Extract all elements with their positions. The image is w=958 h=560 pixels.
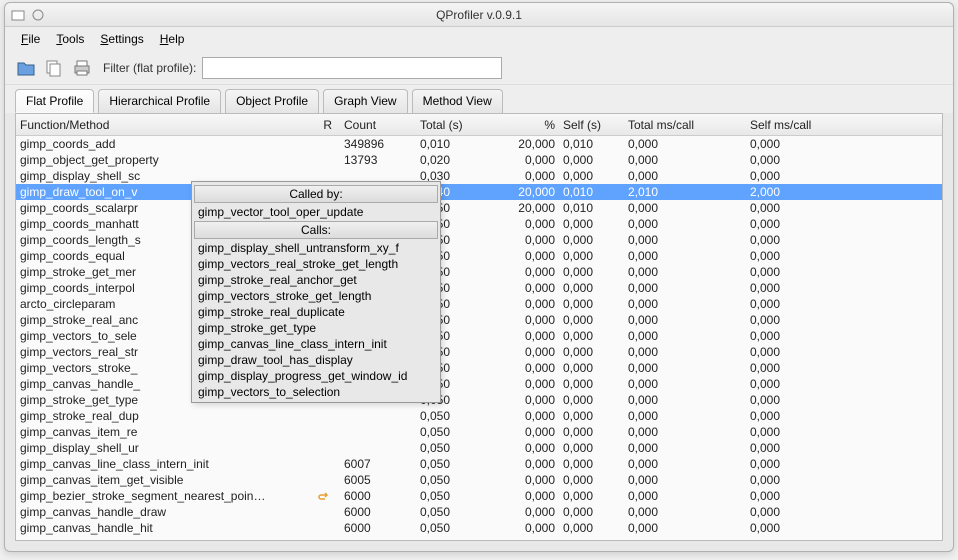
- popup-item[interactable]: gimp_display_shell_untransform_xy_f: [194, 240, 438, 256]
- window-title: QProfiler v.0.9.1: [436, 8, 522, 22]
- print-icon[interactable]: [71, 57, 93, 79]
- table-row[interactable]: gimp_draw_tool_on_v0,04020,0000,0102,010…: [16, 184, 942, 200]
- profile-table: Function/MethodRCountTotal (s)%Self (s)T…: [15, 113, 943, 541]
- column-header[interactable]: R: [306, 118, 336, 132]
- app-icon: [11, 8, 25, 22]
- table-row[interactable]: gimp_display_shell_sc0,0300,0000,0000,00…: [16, 168, 942, 184]
- popup-item[interactable]: gimp_vector_tool_oper_update: [194, 204, 438, 220]
- recursive-icon: [306, 489, 336, 503]
- table-row[interactable]: gimp_canvas_handle_0,0500,0000,0000,0000…: [16, 376, 942, 392]
- table-row[interactable]: gimp_coords_add3498960,01020,0000,0100,0…: [16, 136, 942, 152]
- tab-graph-view[interactable]: Graph View: [323, 89, 407, 113]
- filter-label: Filter (flat profile):: [103, 61, 196, 75]
- column-header[interactable]: Count: [336, 118, 416, 132]
- table-row[interactable]: arcto_circleparam0,0500,0000,0000,0000,0…: [16, 296, 942, 312]
- copy-icon[interactable]: [43, 57, 65, 79]
- column-header[interactable]: Self ms/call: [746, 118, 886, 132]
- table-row[interactable]: gimp_coords_manhatt0,0500,0000,0000,0000…: [16, 216, 942, 232]
- titlebar[interactable]: QProfiler v.0.9.1: [5, 3, 953, 27]
- popup-item[interactable]: gimp_stroke_real_anchor_get: [194, 272, 438, 288]
- table-row[interactable]: gimp_canvas_item_re0,0500,0000,0000,0000…: [16, 424, 942, 440]
- popup-calls-header: Calls:: [194, 221, 438, 239]
- table-row[interactable]: gimp_vectors_to_sele0,0500,0000,0000,000…: [16, 328, 942, 344]
- column-header[interactable]: Self (s): [559, 118, 624, 132]
- table-row[interactable]: gimp_coords_interpol0,0500,0000,0000,000…: [16, 280, 942, 296]
- popup-item[interactable]: gimp_stroke_get_type: [194, 320, 438, 336]
- popup-item[interactable]: gimp_stroke_real_duplicate: [194, 304, 438, 320]
- column-header[interactable]: %: [501, 118, 559, 132]
- table-row[interactable]: gimp_display_shell_ur0,0500,0000,0000,00…: [16, 440, 942, 456]
- column-header[interactable]: Function/Method: [16, 118, 306, 132]
- column-header[interactable]: Total (s): [416, 118, 501, 132]
- tab-method-view[interactable]: Method View: [412, 89, 503, 113]
- table-row[interactable]: gimp_coords_equal0,0500,0000,0000,0000,0…: [16, 248, 942, 264]
- table-row[interactable]: gimp_coords_scalarpr0,05020,0000,0100,00…: [16, 200, 942, 216]
- popup-item[interactable]: gimp_canvas_line_class_intern_init: [194, 336, 438, 352]
- table-row[interactable]: gimp_stroke_real_dup0,0500,0000,0000,000…: [16, 408, 942, 424]
- popup-item[interactable]: gimp_vectors_to_selection: [194, 384, 438, 400]
- table-row[interactable]: gimp_stroke_get_type0,0500,0000,0000,000…: [16, 392, 942, 408]
- table-header: Function/MethodRCountTotal (s)%Self (s)T…: [16, 114, 942, 136]
- table-row[interactable]: gimp_stroke_real_anc0,0500,0000,0000,000…: [16, 312, 942, 328]
- table-row[interactable]: gimp_coords_length_s0,0500,0000,0000,000…: [16, 232, 942, 248]
- table-row[interactable]: gimp_stroke_get_mer0,0500,0000,0000,0000…: [16, 264, 942, 280]
- tab-hierarchical-profile[interactable]: Hierarchical Profile: [98, 89, 221, 113]
- popup-called-by-header: Called by:: [194, 185, 438, 203]
- menu-help[interactable]: Help: [154, 30, 191, 48]
- table-body: gimp_coords_add3498960,01020,0000,0100,0…: [16, 136, 942, 536]
- menu-settings[interactable]: Settings: [94, 30, 149, 48]
- tab-object-profile[interactable]: Object Profile: [225, 89, 319, 113]
- column-header[interactable]: Total ms/call: [624, 118, 746, 132]
- table-row[interactable]: gimp_canvas_line_class_intern_init60070,…: [16, 456, 942, 472]
- popup-item[interactable]: gimp_draw_tool_has_display: [194, 352, 438, 368]
- table-row[interactable]: gimp_object_get_property137930,0200,0000…: [16, 152, 942, 168]
- table-row[interactable]: gimp_canvas_item_get_visible60050,0500,0…: [16, 472, 942, 488]
- popup-item[interactable]: gimp_vectors_real_stroke_get_length: [194, 256, 438, 272]
- menu-tools[interactable]: Tools: [50, 30, 90, 48]
- menubar: File Tools Settings Help: [5, 27, 953, 51]
- table-row[interactable]: gimp_bezier_stroke_segment_nearest_poin……: [16, 488, 942, 504]
- tab-flat-profile[interactable]: Flat Profile: [15, 89, 94, 113]
- table-row[interactable]: gimp_vectors_stroke_0,0500,0000,0000,000…: [16, 360, 942, 376]
- menu-file[interactable]: File: [15, 30, 46, 48]
- filter-input[interactable]: [202, 57, 502, 79]
- table-row[interactable]: gimp_canvas_handle_hit60000,0500,0000,00…: [16, 520, 942, 536]
- table-row[interactable]: gimp_vectors_real_str0,0500,0000,0000,00…: [16, 344, 942, 360]
- app-window: QProfiler v.0.9.1 File Tools Settings He…: [4, 2, 954, 552]
- context-popup: Called by: gimp_vector_tool_oper_update …: [191, 181, 441, 403]
- pin-icon[interactable]: [31, 8, 45, 22]
- open-icon[interactable]: [15, 57, 37, 79]
- popup-item[interactable]: gimp_display_progress_get_window_id: [194, 368, 438, 384]
- tabs: Flat ProfileHierarchical ProfileObject P…: [5, 85, 953, 113]
- table-row[interactable]: gimp_canvas_handle_draw60000,0500,0000,0…: [16, 504, 942, 520]
- toolbar: Filter (flat profile):: [5, 51, 953, 85]
- popup-item[interactable]: gimp_vectors_stroke_get_length: [194, 288, 438, 304]
